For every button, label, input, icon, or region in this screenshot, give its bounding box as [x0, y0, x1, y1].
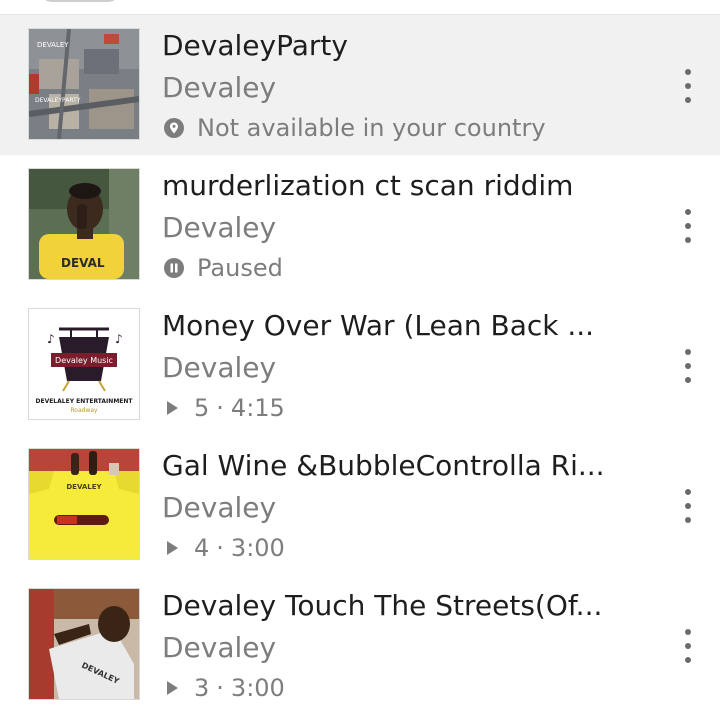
track-artist[interactable]: Devaley: [162, 491, 276, 525]
track-stats: 3 · 3:00: [162, 673, 285, 703]
svg-text:♪: ♪: [47, 332, 55, 346]
track-stats: 4 · 3:00: [162, 533, 285, 563]
track-list: DEVALEY DEVALEYPARTY DevaleyParty Devale…: [0, 15, 720, 715]
track-stats: 5 · 4:15: [162, 393, 285, 423]
play-count: 4: [194, 534, 210, 562]
track-artwork: DEVALEY: [28, 588, 140, 700]
track-status: Paused: [162, 253, 283, 283]
track-artwork: DEVALEY: [28, 448, 140, 560]
track-row[interactable]: DEVAL murderlization ct scan riddim Deva…: [0, 155, 720, 295]
track-title: Devaley Touch The Streets(Of...: [162, 589, 603, 622]
more-options-icon[interactable]: [678, 489, 698, 523]
artwork-label: DEVELALEY ENTERTAINMENT: [35, 398, 133, 405]
track-duration: 4:15: [230, 394, 285, 422]
location-pin-icon: [162, 116, 186, 140]
track-row[interactable]: DEVALEY Gal Wine &BubbleControlla Ri... …: [0, 435, 720, 575]
separator: ·: [216, 534, 224, 562]
play-icon: [162, 536, 182, 560]
status-text: Paused: [197, 254, 283, 282]
artwork-label: DEVALEYPARTY: [35, 97, 81, 104]
track-title: DevaleyParty: [162, 29, 348, 62]
play-icon: [162, 396, 182, 420]
track-artist[interactable]: Devaley: [162, 631, 276, 665]
more-options-icon[interactable]: [678, 349, 698, 383]
artwork-label: Roadway: [70, 407, 98, 414]
track-artist[interactable]: Devaley: [162, 71, 276, 105]
top-edge: [0, 0, 720, 15]
artwork-label: DEVALEY: [37, 41, 69, 49]
artwork-label: DEVAL: [61, 256, 105, 270]
play-count: 3: [194, 674, 210, 702]
track-artwork: ♪ ♪ Devaley Music DEVELALEY ENTERTAINMEN…: [28, 308, 140, 420]
track-duration: 3:00: [230, 674, 285, 702]
track-artist[interactable]: Devaley: [162, 211, 276, 245]
play-count: 5: [194, 394, 210, 422]
more-options-icon[interactable]: [678, 69, 698, 103]
play-icon: [162, 676, 182, 700]
pause-circle-icon: [162, 256, 186, 280]
separator: ·: [216, 394, 224, 422]
track-title: murderlization ct scan riddim: [162, 169, 574, 202]
status-text: Not available in your country: [197, 114, 546, 142]
more-options-icon[interactable]: [678, 629, 698, 663]
artwork-label: Devaley Music: [55, 356, 113, 365]
scroll-handle: [40, 0, 120, 2]
track-artwork: DEVALEY DEVALEYPARTY: [28, 28, 140, 140]
track-title: Gal Wine &BubbleControlla Ri...: [162, 449, 605, 482]
track-title: Money Over War (Lean Back ...: [162, 309, 595, 342]
track-row[interactable]: DEVALEY DEVALEYPARTY DevaleyParty Devale…: [0, 15, 720, 155]
track-status: Not available in your country: [162, 113, 546, 143]
track-row[interactable]: ♪ ♪ Devaley Music DEVELALEY ENTERTAINMEN…: [0, 295, 720, 435]
separator: ·: [216, 674, 224, 702]
more-options-icon[interactable]: [678, 209, 698, 243]
svg-text:♪: ♪: [115, 332, 123, 346]
track-duration: 3:00: [230, 534, 285, 562]
track-row[interactable]: DEVALEY Devaley Touch The Streets(Of... …: [0, 575, 720, 715]
track-artist[interactable]: Devaley: [162, 351, 276, 385]
track-artwork: DEVAL: [28, 168, 140, 280]
artwork-label: DEVALEY: [66, 483, 102, 491]
